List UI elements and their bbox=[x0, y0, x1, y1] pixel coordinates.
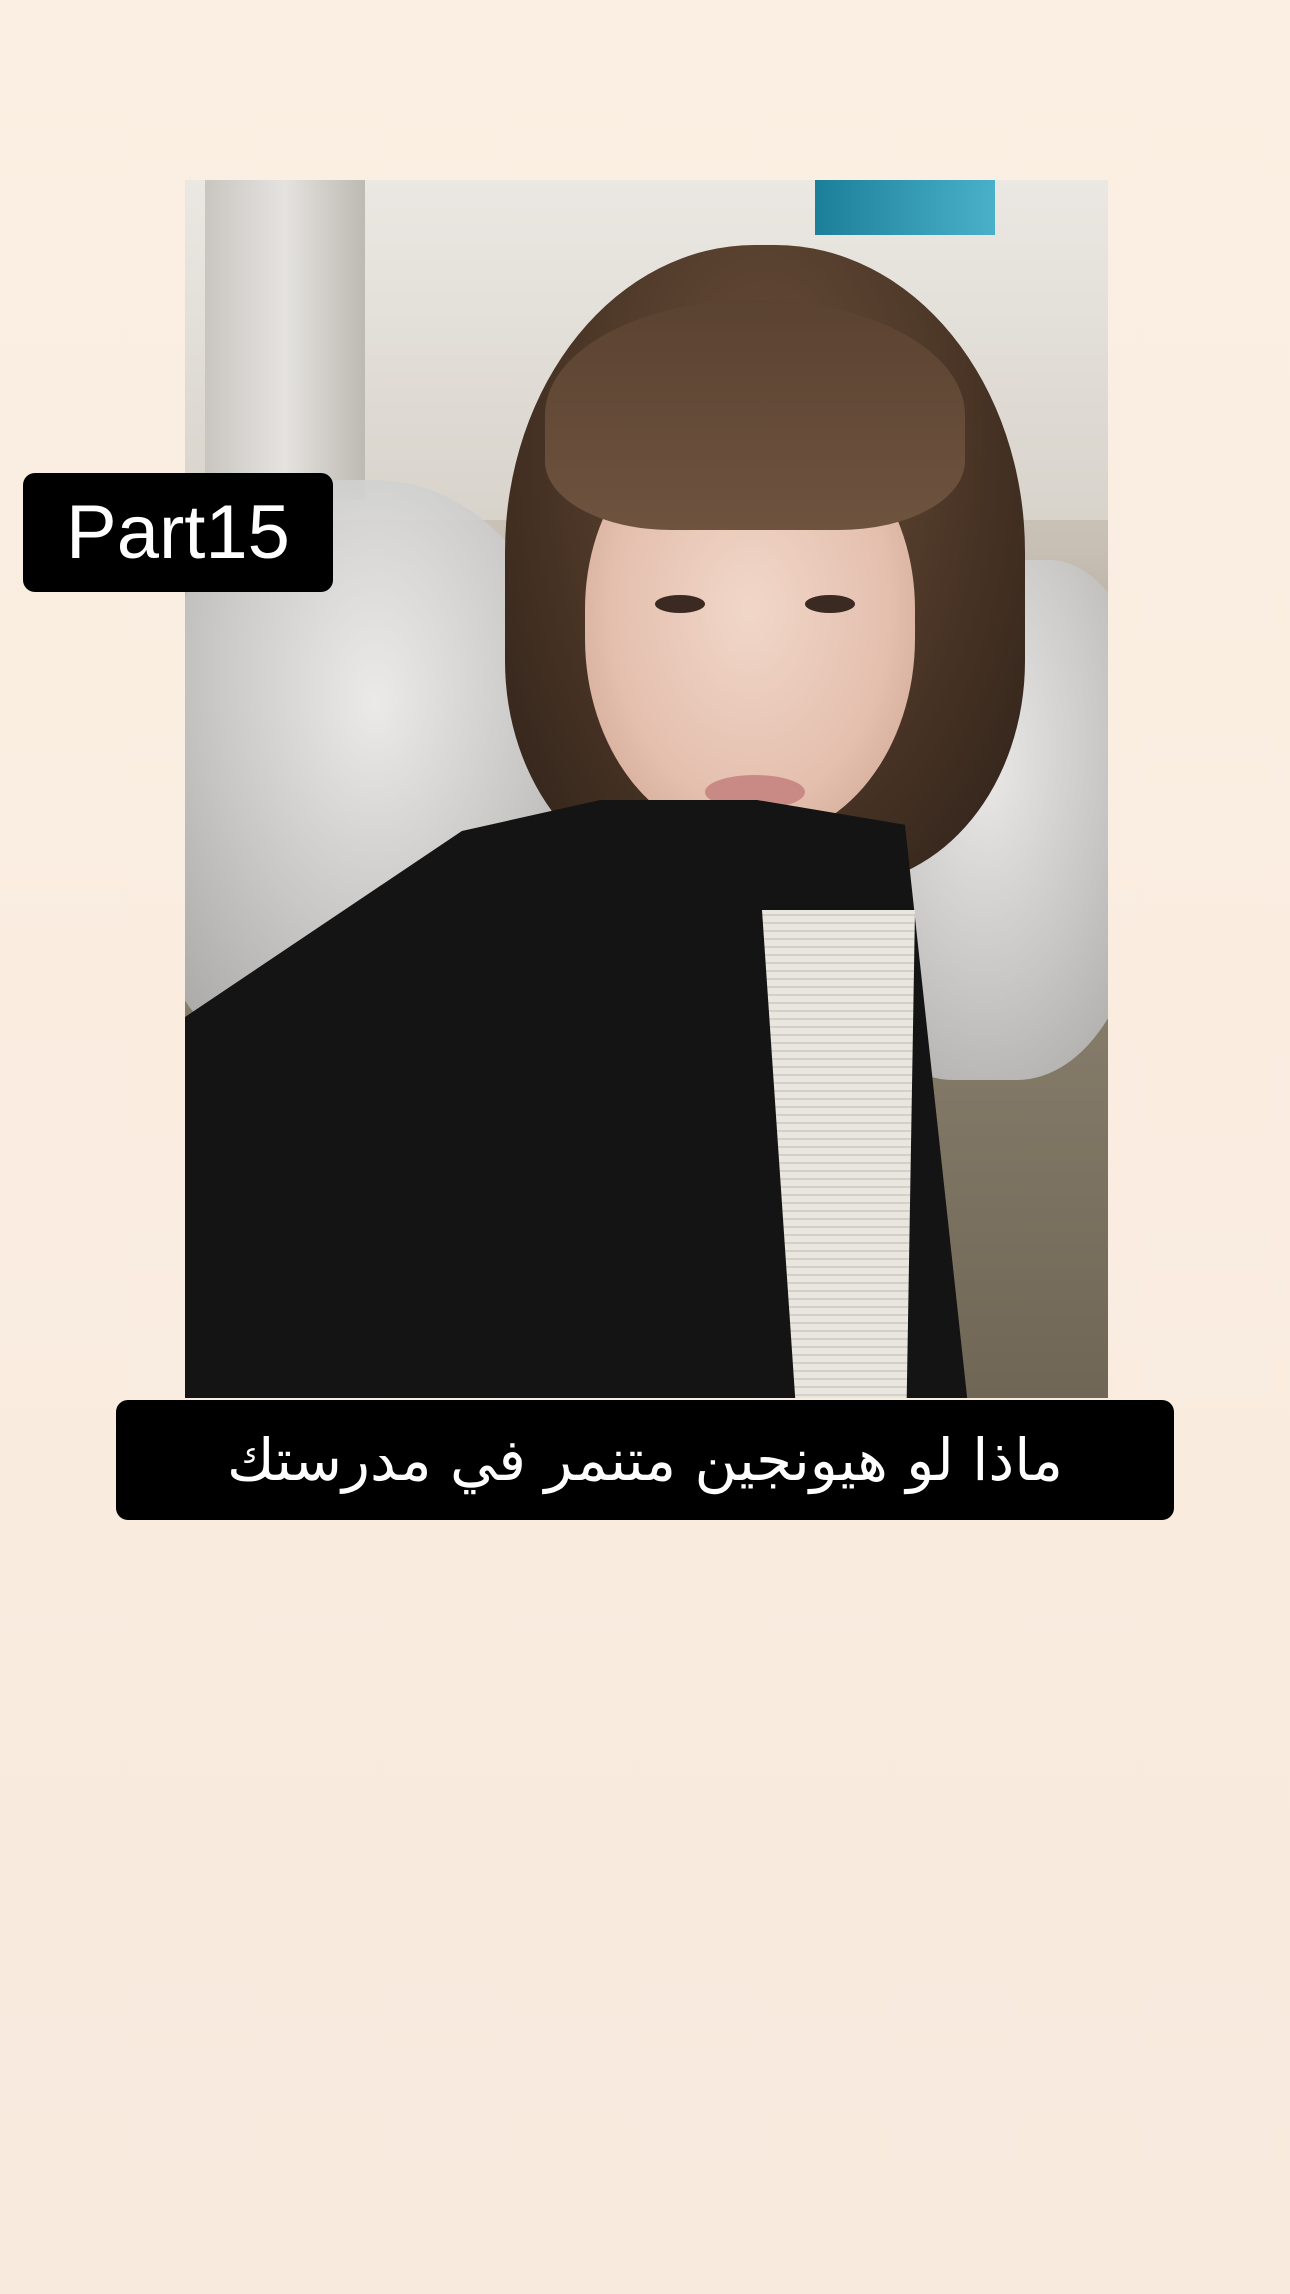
photo-pillar bbox=[205, 180, 365, 500]
photo-right-eye bbox=[805, 595, 855, 613]
photo-wall-art bbox=[815, 180, 995, 235]
photo-fringe bbox=[545, 300, 965, 530]
part-number-label: Part15 bbox=[23, 473, 333, 592]
story-caption: ماذا لو هيونجين متنمر في مدرستك bbox=[116, 1400, 1174, 1520]
photo-left-eye bbox=[655, 595, 705, 613]
story-photo bbox=[185, 180, 1108, 1398]
